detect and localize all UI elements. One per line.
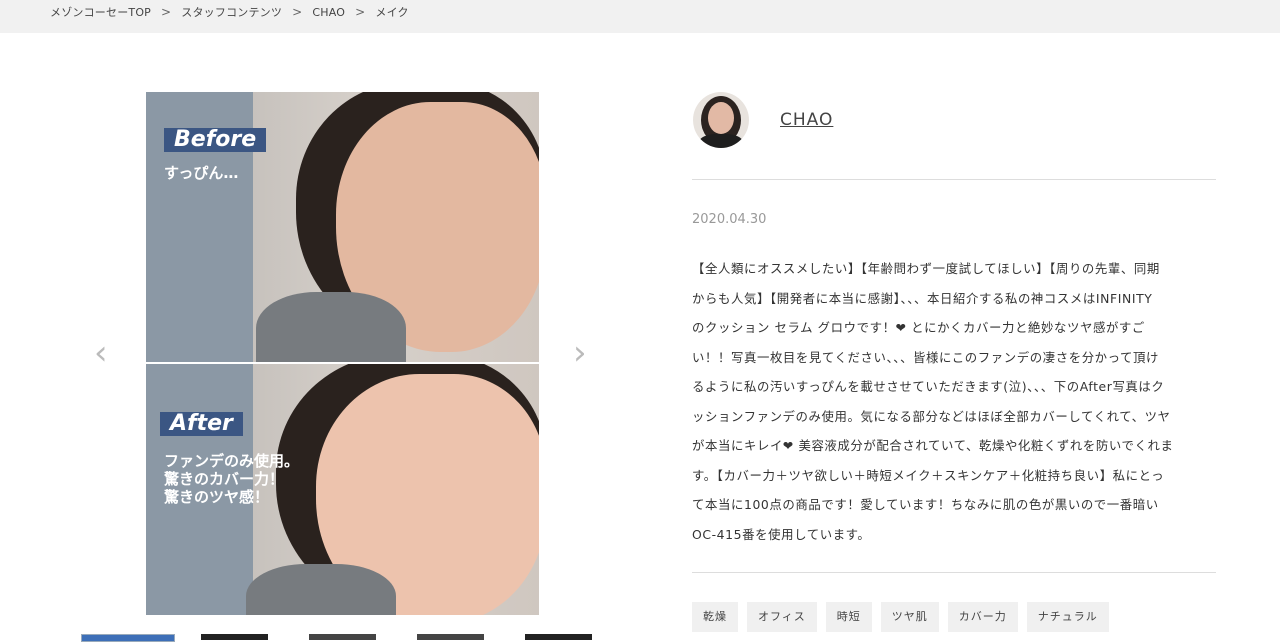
thumbnail-3[interactable] [309, 634, 376, 640]
breadcrumb-item-staff[interactable]: スタッフコンテンツ [181, 4, 282, 20]
post-line: 【全人類にオススメしたい】【年齢問わず一度試してほしい】【周りの先輩、同期 [692, 261, 1160, 276]
thumbnail-1[interactable] [81, 634, 175, 642]
post-line: が本当にキレイ❤ 美容液成分が配合されていて、乾燥や化粧くずれを防いでくれま [692, 438, 1174, 453]
tag-coverage[interactable]: カバー力 [947, 602, 1018, 632]
breadcrumb-item-current: メイク [375, 6, 409, 19]
breadcrumb-item-top[interactable]: メゾンコーセーTOP [50, 4, 151, 20]
breadcrumb: メゾンコーセーTOP > スタッフコンテンツ > CHAO > メイク [50, 4, 409, 20]
author-name-link[interactable]: CHAO [780, 110, 833, 130]
chevron-right-icon: > [292, 5, 303, 19]
post-line: るように私の汚いすっぴんを載せさせていただきます(泣)、、、下のAfter写真は… [692, 379, 1165, 394]
post-line: からも人気】【開発者に本当に感謝】、、、本日紹介する私の神コスメはINFINIT… [692, 290, 1153, 306]
shirt-shape [246, 564, 396, 615]
post-line: て本当に100点の商品です！愛しています！ちなみに肌の色が黒いので一番暗い [692, 497, 1159, 512]
after-label: After [160, 412, 243, 436]
next-arrow-icon[interactable]: › [573, 336, 593, 370]
after-caption: ファンデのみ使用。 驚きのカバー力！ 驚きのツヤ感！ [164, 452, 300, 506]
before-label: Before [164, 128, 267, 152]
shirt-shape [256, 292, 406, 362]
post-body: 【全人類にオススメしたい】【年齢問わず一度試してほしい】【周りの先輩、同期 から… [692, 254, 1222, 549]
tag-glow-skin[interactable]: ツヤ肌 [880, 602, 939, 632]
post-line: す。【カバー力＋ツヤ欲しい＋時短メイク＋スキンケア＋化粧持ち良い】私にとっ [692, 467, 1165, 483]
breadcrumb-bar: メゾンコーセーTOP > スタッフコンテンツ > CHAO > メイク [0, 0, 1280, 33]
divider [692, 572, 1216, 573]
divider [692, 179, 1216, 180]
post-line: のクッション セラム グロウです！❤ とにかくカバー力と絶妙なツヤ感がすご [692, 320, 1145, 335]
chevron-right-icon: > [161, 5, 172, 19]
chevron-right-icon: > [355, 5, 366, 19]
post-line: い！！写真一枚目を見てください、、、皆様にこのファンデの凄さを分かって頂け [692, 349, 1160, 365]
tag-list: 乾燥 オフィス 時短 ツヤ肌 カバー力 ナチュラル [692, 602, 1109, 632]
prev-arrow-icon[interactable]: ‹ [94, 336, 114, 370]
before-photo: Before すっぴん… [146, 92, 539, 362]
thumbnail-4[interactable] [417, 634, 484, 640]
avatar[interactable] [693, 92, 749, 148]
tag-office[interactable]: オフィス [747, 602, 817, 632]
post-date: 2020.04.30 [692, 212, 767, 227]
tag-time-saving[interactable]: 時短 [825, 602, 872, 632]
breadcrumb-item-author[interactable]: CHAO [312, 6, 345, 19]
before-caption: すっぴん… [164, 164, 239, 182]
tag-natural[interactable]: ナチュラル [1026, 602, 1109, 632]
thumbnail-2[interactable] [201, 634, 268, 640]
post-line: OC-415番を使用しています。 [692, 526, 871, 542]
post-line: ッションファンデのみ使用。気になる部分などはほぼ全部カバーしてくれて、ツヤ [692, 408, 1171, 424]
after-photo: After ファンデのみ使用。 驚きのカバー力！ 驚きのツヤ感！ [146, 362, 539, 615]
tag-dryness[interactable]: 乾燥 [692, 602, 738, 632]
thumbnail-5[interactable] [525, 634, 592, 640]
product-photo[interactable]: Before すっぴん… After ファンデのみ使用。 驚きのカバー力！ 驚き… [146, 92, 539, 615]
